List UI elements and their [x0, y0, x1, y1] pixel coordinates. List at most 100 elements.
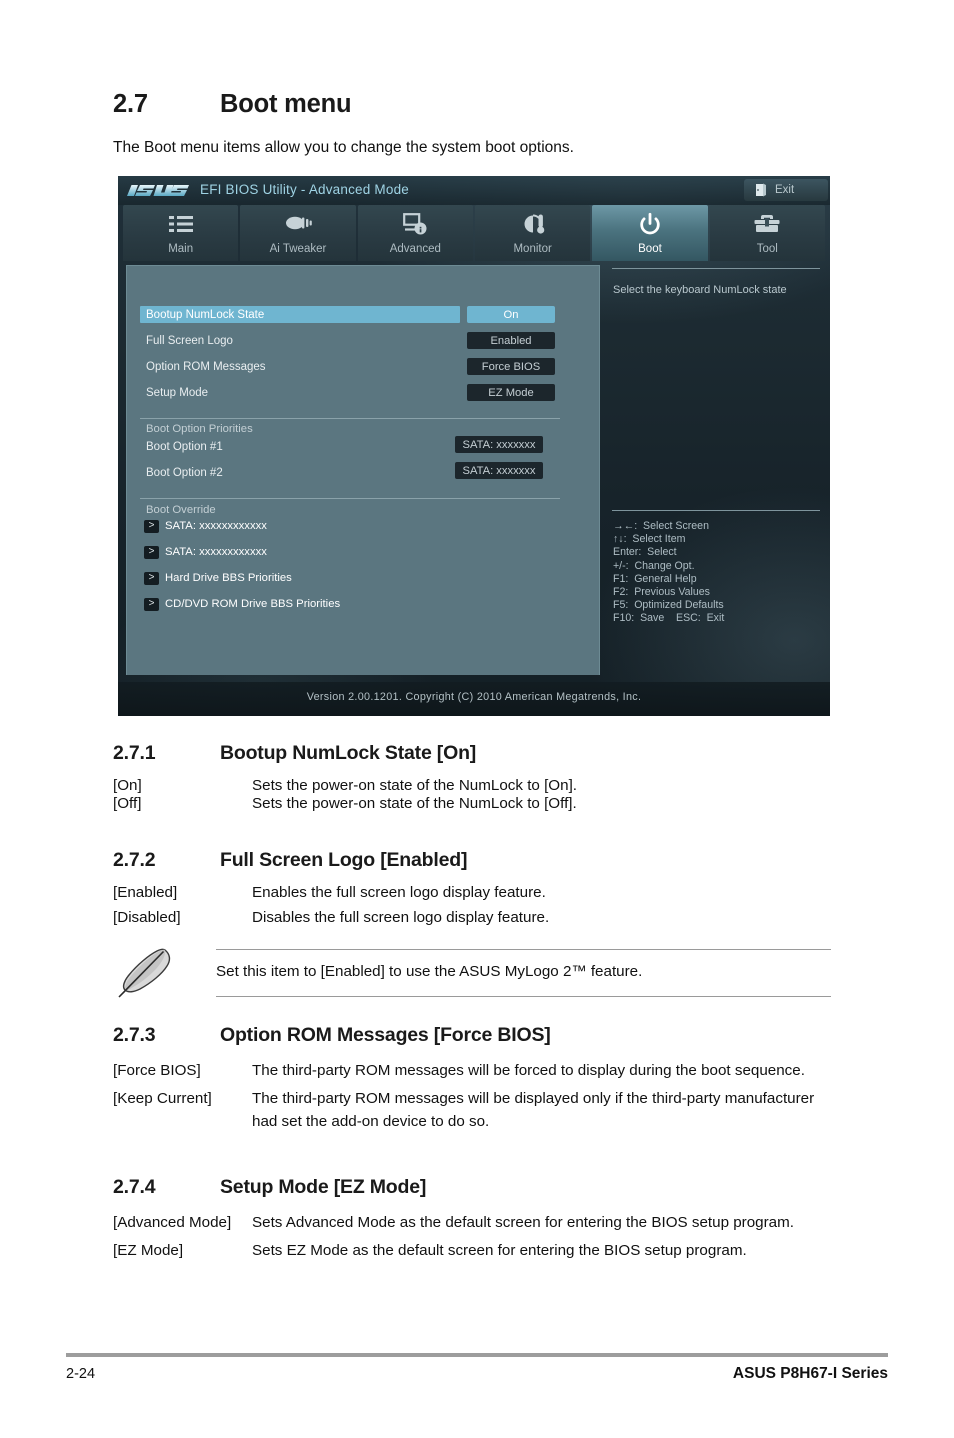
subsection-title: Option ROM Messages [Force BIOS] [220, 1024, 551, 1046]
setting-label: Setup Mode [146, 386, 209, 399]
setting-label: Full Screen Logo [146, 334, 233, 347]
tab-ai-tweaker-label: Ai Tweaker [269, 243, 327, 255]
chevron-right-icon: > [144, 545, 159, 559]
boot-override-label: CD/DVD ROM Drive BBS Priorities [165, 598, 341, 610]
setting-full-screen-logo[interactable]: Full Screen Logo [140, 332, 233, 349]
chevron-right-icon: > [144, 519, 159, 533]
pencil-icon [113, 945, 181, 1001]
bios-help-pane: Select the keyboard NumLock state →←: Se… [610, 265, 822, 675]
setting-setup-mode[interactable]: Setup Mode [140, 384, 208, 401]
boot-option-2-value[interactable]: SATA: xxxxxxx [455, 462, 543, 479]
boot-override-label: SATA: xxxxxxxxxxxx [165, 520, 267, 532]
definition-row: [On] Sets the power-on state of the NumL… [113, 777, 831, 794]
subsection-heading-273: 2.7.3 Option ROM Messages [Force BIOS] [113, 1024, 551, 1047]
definition-list-271: [On] Sets the power-on state of the NumL… [113, 777, 831, 813]
exit-button[interactable]: Exit [744, 179, 828, 201]
value-bootup-numlock-state[interactable]: On [467, 306, 555, 323]
asus-logo-icon [127, 183, 191, 198]
bios-title-bar: EFI BIOS Utility - Advanced Mode Exit [118, 176, 830, 205]
definition-term: [Advanced Mode] [113, 1214, 232, 1231]
bios-content: Bootup NumLock State On Full Screen Logo… [126, 265, 822, 675]
divider [140, 498, 560, 499]
definition-desc: Sets Advanced Mode as the default screen… [252, 1214, 795, 1231]
value-full-screen-logo[interactable]: Enabled [467, 332, 555, 349]
value-setup-mode[interactable]: EZ Mode [467, 384, 555, 401]
boot-override-item-sata-1[interactable]: > SATA: xxxxxxxxxxxx [144, 518, 267, 534]
divider [140, 418, 560, 419]
section-intro: The Boot menu items allow you to change … [113, 139, 574, 156]
definition-term: [Enabled] [113, 884, 178, 901]
key-legend-row: →←: Select Screen [613, 520, 709, 532]
manual-page: 2.7 Boot menu The Boot menu items allow … [0, 0, 954, 1438]
section-title: Boot menu [220, 90, 352, 118]
definition-term: [Disabled] [113, 909, 181, 926]
tab-tool[interactable]: Tool [709, 205, 825, 261]
list-icon [123, 211, 238, 237]
chevron-right-icon: > [144, 571, 159, 585]
key-legend-row: F1: General Help [613, 572, 697, 585]
toolbox-icon [710, 211, 825, 237]
help-text: Select the keyboard NumLock state [613, 284, 787, 296]
tweaker-icon [240, 211, 355, 237]
section-number: 2.7 [113, 90, 148, 118]
tab-advanced[interactable]: Advanced [357, 205, 473, 261]
subsection-title: Bootup NumLock State [On] [220, 742, 477, 764]
thermometer-icon [475, 211, 590, 237]
definition-list-272: [Enabled] Enables the full screen logo d… [113, 884, 831, 927]
value-option-rom-messages[interactable]: Force BIOS [467, 358, 555, 375]
definition-row: [Enabled] Enables the full screen logo d… [113, 884, 831, 901]
boot-option-1[interactable]: Boot Option #1 [140, 438, 223, 455]
boot-option-1-label: Boot Option #1 [146, 440, 223, 453]
key-legend-row: F5: Optimized Defaults [613, 599, 724, 612]
page-title: 2.7 Boot menu [113, 90, 352, 119]
boot-override-item-hard-drive-bbs[interactable]: > Hard Drive BBS Priorities [144, 570, 292, 586]
tab-boot-label: Boot [638, 243, 662, 255]
definition-row: [Disabled] Disables the full screen logo… [113, 909, 831, 926]
tab-boot[interactable]: Boot [592, 205, 708, 261]
boot-option-2[interactable]: Boot Option #2 [140, 464, 223, 481]
note-text: Set this item to [Enabled] to use the AS… [216, 963, 643, 980]
tab-main-label: Main [168, 243, 194, 255]
definition-desc: Sets the power-on state of the NumLock t… [252, 795, 577, 812]
tab-ai-tweaker[interactable]: Ai Tweaker [240, 205, 356, 261]
subsection-number: 2.7.4 [113, 1176, 156, 1198]
boot-override-title: Boot Override [146, 504, 216, 516]
value-text: SATA: xxxxxxx [462, 438, 536, 451]
divider [612, 268, 820, 269]
definition-term: [On] [113, 777, 142, 794]
subsection-number: 2.7.3 [113, 1024, 156, 1046]
definition-term: [Force BIOS] [113, 1062, 201, 1079]
tab-main[interactable]: Main [123, 205, 239, 261]
boot-override-item-cddvd-bbs[interactable]: > CD/DVD ROM Drive BBS Priorities [144, 596, 340, 612]
setting-bootup-numlock-state[interactable]: Bootup NumLock State [140, 306, 460, 323]
bios-title-text: EFI BIOS Utility - Advanced Mode [200, 182, 409, 197]
definition-desc: The third-party ROM messages will be dis… [252, 1090, 815, 1130]
definition-row: [EZ Mode] Sets EZ Mode as the default sc… [113, 1239, 831, 1262]
definition-desc: Sets EZ Mode as the default screen for e… [252, 1242, 747, 1259]
definition-list-274: [Advanced Mode] Sets Advanced Mode as th… [113, 1211, 831, 1263]
value-text: EZ Mode [488, 386, 534, 399]
bios-version-text: Version 2.00.1201. Copyright (C) 2010 Am… [306, 691, 642, 703]
definition-desc: Enables the full screen logo display fea… [252, 884, 546, 901]
divider [216, 949, 831, 950]
exit-door-icon [755, 183, 767, 197]
definition-row: [Advanced Mode] Sets Advanced Mode as th… [113, 1211, 831, 1234]
tab-monitor[interactable]: Monitor [474, 205, 591, 261]
definition-term: [Keep Current] [113, 1090, 212, 1107]
key-legend-row: ↑↓: Select Item [613, 533, 686, 546]
subsection-heading-274: 2.7.4 Setup Mode [EZ Mode] [113, 1176, 426, 1199]
boot-option-1-value[interactable]: SATA: xxxxxxx [455, 436, 543, 453]
definition-desc: The third-party ROM messages will be for… [252, 1062, 805, 1079]
key-legend-row: +/-: Change Opt. [613, 559, 695, 572]
boot-option-2-label: Boot Option #2 [146, 466, 223, 479]
key-legend: →←: Select Screen ↑↓: Select Item Enter:… [613, 520, 724, 626]
definition-term: [Off] [113, 795, 142, 812]
subsection-number: 2.7.2 [113, 849, 156, 871]
definition-row: [Keep Current] The third-party ROM messa… [113, 1087, 831, 1133]
boot-override-item-sata-2[interactable]: > SATA: xxxxxxxxxxxx [144, 544, 267, 560]
setting-option-rom-messages[interactable]: Option ROM Messages [140, 358, 266, 375]
divider [612, 510, 820, 511]
key-legend-row: F10: Save ESC: Exit [613, 612, 725, 625]
definition-term: [EZ Mode] [113, 1242, 184, 1259]
subsection-heading-271: 2.7.1 Bootup NumLock State [On] [113, 742, 476, 765]
